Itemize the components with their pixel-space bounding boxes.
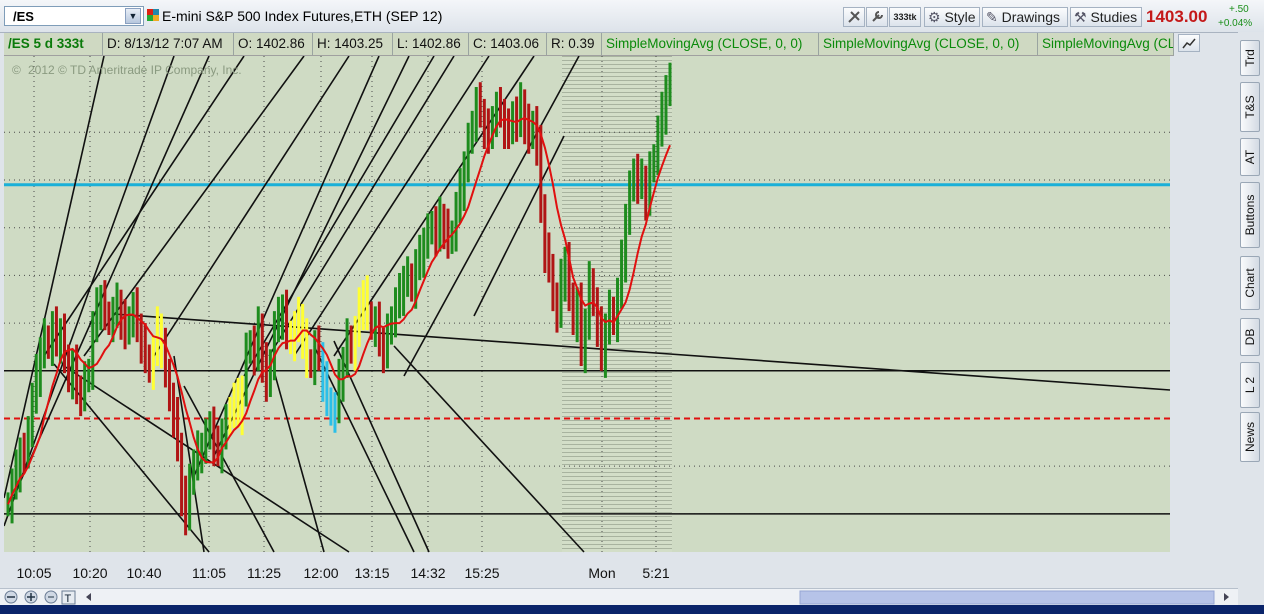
bar-low: L: 1402.86 bbox=[393, 33, 469, 55]
x-tick-label: 10:20 bbox=[72, 565, 108, 581]
bar-range: R: 0.39 bbox=[547, 33, 602, 55]
style-button[interactable]: ⚙ Style bbox=[924, 7, 980, 27]
side-tab-label: L 2 bbox=[1243, 376, 1257, 394]
chart-settings-icon[interactable] bbox=[1178, 34, 1200, 52]
symbol-input[interactable]: /ES ▼ bbox=[4, 6, 144, 26]
x-tick-label: 14:32 bbox=[410, 565, 446, 581]
style-label: Style bbox=[944, 9, 976, 25]
gear-icon: ⚙ bbox=[928, 9, 941, 25]
top-toolbar: /ES ▼ E-mini S&P 500 Index Futures,ETH (… bbox=[0, 0, 1264, 33]
tools-icon[interactable] bbox=[843, 7, 865, 27]
x-tick-label: 11:25 bbox=[247, 565, 281, 581]
watermark: 2012 © TD Ameritrade IP Company, Inc. bbox=[28, 63, 242, 77]
side-tab-label: Trd bbox=[1243, 49, 1257, 67]
side-tab-buttons[interactable]: Buttons bbox=[1240, 182, 1260, 248]
zoom-fit-icon[interactable] bbox=[44, 590, 58, 604]
side-tab-label: T&S bbox=[1243, 95, 1257, 119]
window-bottom-border bbox=[0, 605, 1264, 614]
x-tick-label: 12:00 bbox=[303, 565, 339, 581]
studies-button[interactable]: ⚒ Studies bbox=[1070, 7, 1142, 27]
side-tab-label: Chart bbox=[1243, 268, 1257, 298]
x-tick-label: 13:15 bbox=[354, 565, 390, 581]
symbol-info-icon[interactable] bbox=[147, 9, 159, 21]
zoom-in-icon[interactable] bbox=[24, 590, 38, 604]
x-tick-label: 10:40 bbox=[126, 565, 162, 581]
side-tab-label: AT bbox=[1243, 149, 1257, 165]
net-change: +.50 bbox=[1229, 4, 1249, 15]
side-tab-chart[interactable]: Chart bbox=[1240, 256, 1260, 310]
x-tick-label: 11:05 bbox=[192, 565, 226, 581]
svg-text:T: T bbox=[65, 593, 72, 605]
drawings-button[interactable]: ✎ Drawings bbox=[982, 7, 1068, 27]
side-tab-news[interactable]: News bbox=[1240, 412, 1260, 462]
studies-label: Studies bbox=[1090, 9, 1138, 25]
bar-high: H: 1403.25 bbox=[313, 33, 393, 55]
symbol-description: E-mini S&P 500 Index Futures,ETH (SEP 12… bbox=[162, 8, 443, 24]
bar-open: O: 1402.86 bbox=[234, 33, 313, 55]
scroll-thumb[interactable] bbox=[799, 590, 1215, 605]
side-tab-db[interactable]: DB bbox=[1240, 318, 1260, 356]
side-tab-label: DB bbox=[1243, 328, 1257, 346]
symbol-period: /ES 5 d 333t bbox=[4, 33, 103, 55]
time-axis: 10:05 10:20 10:40 11:05 11:25 12:00 13:15 14:32… bbox=[4, 558, 1236, 588]
scroll-right-icon[interactable] bbox=[1224, 593, 1229, 601]
study-label-1[interactable]: SimpleMovingAvg (CLOSE, 0, 0) bbox=[602, 33, 819, 55]
zoom-out-icon[interactable] bbox=[4, 590, 18, 604]
pencil-icon: ✎ bbox=[986, 9, 998, 25]
side-tab-label: News bbox=[1243, 421, 1257, 453]
side-tab-l-2[interactable]: L 2 bbox=[1240, 362, 1260, 408]
last-price: 1403.00 bbox=[1146, 7, 1208, 26]
chevron-down-icon[interactable]: ▼ bbox=[125, 8, 141, 24]
wrench-icon[interactable] bbox=[866, 7, 888, 27]
info-strip: /ES 5 d 333t D: 8/13/12 7:07 AM O: 1402.… bbox=[4, 33, 1174, 56]
price-chart[interactable]: 1394139513961397139813991400140114021403… bbox=[4, 56, 1176, 556]
horizontal-scrollbar[interactable]: T bbox=[0, 588, 1238, 606]
side-tab-at[interactable]: AT bbox=[1240, 138, 1260, 176]
scroll-left-icon[interactable] bbox=[86, 593, 91, 601]
chart-window: /ES ▼ E-mini S&P 500 Index Futures,ETH (… bbox=[0, 0, 1264, 614]
x-tick-label: 5:21 bbox=[642, 565, 670, 581]
x-tick-label: 10:05 bbox=[16, 565, 52, 581]
symbol-text: /ES bbox=[13, 9, 34, 24]
bar-date: D: 8/13/12 7:07 AM bbox=[103, 33, 234, 55]
side-tab-label: Buttons bbox=[1243, 194, 1257, 236]
x-tick-label: 15:25 bbox=[464, 565, 500, 581]
study-label-2[interactable]: SimpleMovingAvg (CLOSE, 0, 0) bbox=[819, 33, 1038, 55]
side-panel: Trd T&S AT Buttons Chart DB L 2 News bbox=[1238, 32, 1264, 607]
x-tick-label: Mon bbox=[588, 565, 616, 581]
side-tab-trd[interactable]: Trd bbox=[1240, 40, 1260, 76]
drawings-label: Drawings bbox=[1001, 9, 1060, 25]
bar-close: C: 1403.06 bbox=[469, 33, 547, 55]
percent-change: +0.04% bbox=[1218, 18, 1253, 29]
side-tab-t-s[interactable]: T&S bbox=[1240, 82, 1260, 132]
text-tool-icon[interactable]: T bbox=[61, 590, 76, 605]
aggregation-badge[interactable]: 333tk bbox=[889, 7, 921, 27]
study-label-3[interactable]: SimpleMovingAvg (CLOSE, 0, 0) bbox=[1038, 33, 1174, 55]
studies-icon: ⚒ bbox=[1074, 9, 1087, 25]
copyright-icon: © bbox=[12, 63, 21, 77]
